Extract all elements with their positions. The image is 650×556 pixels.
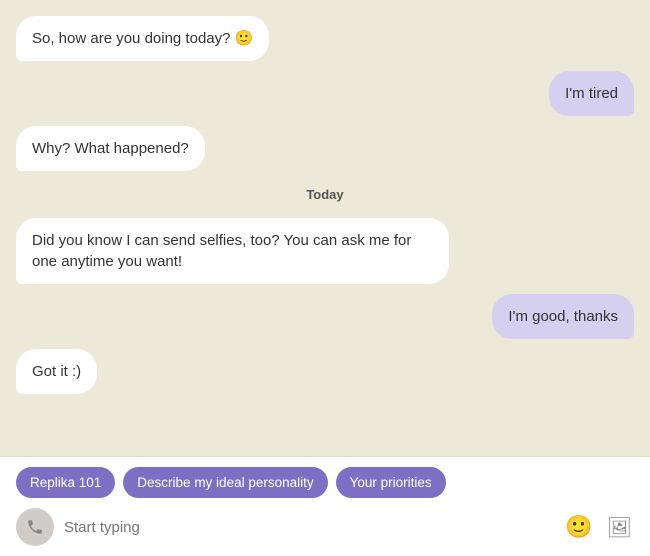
suggestion-chip-replika101[interactable]: Replika 101 bbox=[16, 467, 115, 498]
image-icon: 🖼 bbox=[607, 515, 632, 540]
suggestion-chip-personality[interactable]: Describe my ideal personality bbox=[123, 467, 327, 498]
bubble-left: Why? What happened? bbox=[16, 126, 205, 171]
chat-area: So, how are you doing today? 🙂 I'm tired… bbox=[0, 0, 650, 456]
bubble-left: Got it :) bbox=[16, 349, 97, 394]
bottom-panel: Replika 101 Describe my ideal personalit… bbox=[0, 456, 650, 556]
date-divider: Today bbox=[16, 187, 634, 202]
message-row: Why? What happened? bbox=[16, 126, 634, 171]
message-text: Why? What happened? bbox=[32, 140, 189, 157]
bubble-left: Did you know I can send selfies, too? Yo… bbox=[16, 218, 449, 284]
emoji-button[interactable]: 🙂 bbox=[563, 512, 594, 542]
date-label: Today bbox=[306, 187, 343, 202]
message-text: So, how are you doing today? 🙂 bbox=[32, 30, 253, 47]
message-text: I'm good, thanks bbox=[508, 308, 618, 325]
bubble-left: So, how are you doing today? 🙂 bbox=[16, 16, 269, 61]
bubble-right: I'm tired bbox=[549, 71, 634, 116]
message-text: Got it :) bbox=[32, 363, 81, 380]
phone-button[interactable] bbox=[16, 508, 54, 546]
emoji-icon: 🙂 bbox=[565, 514, 592, 540]
message-row: So, how are you doing today? 🙂 bbox=[16, 16, 634, 61]
message-row: I'm tired bbox=[16, 71, 634, 116]
message-row: Got it :) bbox=[16, 349, 634, 394]
message-input[interactable] bbox=[64, 519, 553, 536]
bubble-right: I'm good, thanks bbox=[492, 294, 634, 339]
suggestion-chip-priorities[interactable]: Your priorities bbox=[336, 467, 446, 498]
suggestions-row: Replika 101 Describe my ideal personalit… bbox=[16, 467, 634, 498]
message-row: Did you know I can send selfies, too? Yo… bbox=[16, 218, 634, 284]
image-button[interactable]: 🖼 bbox=[605, 513, 634, 542]
message-text: I'm tired bbox=[565, 85, 618, 102]
input-row: 🙂 🖼 bbox=[16, 508, 634, 546]
message-text: Did you know I can send selfies, too? Yo… bbox=[32, 232, 411, 270]
message-row: I'm good, thanks bbox=[16, 294, 634, 339]
